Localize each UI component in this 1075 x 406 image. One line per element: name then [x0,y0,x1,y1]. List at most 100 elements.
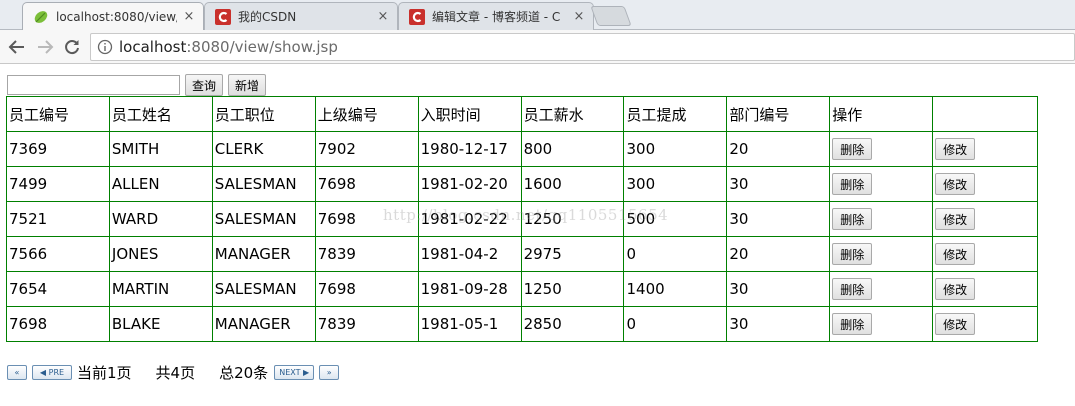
back-arrow-icon [8,40,24,54]
cell-delete: 删除 [829,306,934,342]
browser-toolbar: localhost:8080/view/show.jsp [0,30,1075,64]
cell-salary: 2850 [520,306,625,342]
page-content: 查询 新增 员工编号 员工姓名 员工职位 上级编号 入职时间 员工薪水 员工提成… [0,65,1075,406]
table-row: 7521 WARD SALESMAN 7698 1981-02-22 1250 500 30 删… [6,201,1038,237]
delete-button[interactable]: 删除 [832,243,873,265]
cell-commission: 300 [623,131,728,167]
cell-manager-no: 7698 [314,271,419,307]
first-page-icon[interactable]: « [7,364,27,380]
current-page-text: 当前1页 [77,363,132,382]
edit-button[interactable]: 修改 [935,208,976,230]
cell-delete: 删除 [829,131,934,167]
delete-button[interactable]: 删除 [832,278,873,300]
tab-edit-article[interactable]: 编辑文章 - 博客频道 - C × [398,2,594,30]
cell-edit: 修改 [932,131,1038,167]
header-dept-no: 部门编号 [726,96,831,132]
info-icon[interactable] [97,39,113,55]
edit-button[interactable]: 修改 [935,243,976,265]
cell-emp-job: SALESMAN [211,271,316,307]
tab-title: localhost:8080/view/sh [56,9,177,24]
cell-commission: 0 [623,306,728,342]
cell-emp-name: ALLEN [108,166,213,202]
close-icon[interactable]: × [183,9,195,24]
reload-icon [65,40,79,55]
cell-edit: 修改 [932,166,1038,202]
address-bar[interactable]: localhost:8080/view/show.jsp [90,33,1075,61]
cell-commission: 300 [623,166,728,202]
next-label: NEXT [279,367,301,377]
back-button[interactable] [5,35,29,59]
header-emp-no: 员工编号 [6,96,110,132]
delete-button[interactable]: 删除 [832,138,873,160]
cell-dept-no: 30 [726,306,831,342]
cell-emp-name: MARTIN [108,271,213,307]
cell-manager-no: 7839 [314,306,419,342]
employee-table: 员工编号 员工姓名 员工职位 上级编号 入职时间 员工薪水 员工提成 部门编号 … [6,96,1038,342]
leaf-favicon-icon [33,9,49,25]
table-body: 7369 SMITH CLERK 7902 1980-12-17 800 300 20 删除 修改… [6,131,1038,342]
query-button[interactable]: 查询 [185,74,224,96]
edit-button[interactable]: 修改 [935,138,976,160]
cell-emp-job: MANAGER [211,236,316,272]
header-actions: 操作 [829,96,934,132]
cell-manager-no: 7698 [314,166,419,202]
cell-emp-no: 7698 [6,306,110,342]
cell-emp-no: 7521 [6,201,110,237]
search-input[interactable] [7,75,180,95]
new-tab-button[interactable] [590,6,632,26]
forward-button[interactable] [33,35,57,59]
cell-edit: 修改 [932,236,1038,272]
cell-delete: 删除 [829,166,934,202]
prev-page-button[interactable]: ◀ PRE [32,364,72,380]
cell-emp-job: SALESMAN [211,166,316,202]
table-row: 7654 MARTIN SALESMAN 7698 1981-09-28 1250 1400… [6,271,1038,307]
close-icon[interactable]: × [573,9,585,24]
cell-salary: 1250 [520,201,625,237]
delete-button[interactable]: 删除 [832,313,873,335]
prev-label: PRE [48,367,65,377]
forward-arrow-icon [38,40,54,54]
cell-emp-no: 7566 [6,236,110,272]
table-row: 7369 SMITH CLERK 7902 1980-12-17 800 300 20 删除 修改 [6,131,1038,167]
cell-delete: 删除 [829,236,934,272]
delete-button[interactable]: 删除 [832,208,873,230]
tab-localhost[interactable]: localhost:8080/view/sh × [22,2,204,30]
cell-manager-no: 7839 [314,236,419,272]
header-manager-no: 上级编号 [314,96,419,132]
header-commission: 员工提成 [623,96,728,132]
table-row: 7698 BLAKE MANAGER 7839 1981-05-1 2850 0 30 删除 修改 [6,306,1038,342]
next-page-button[interactable]: NEXT ▶ [274,364,315,380]
total-records-text: 总20条 [219,363,269,382]
cell-hire-date: 1981-04-2 [417,236,522,272]
edit-button[interactable]: 修改 [935,278,976,300]
cell-salary: 2975 [520,236,625,272]
cell-emp-name: JONES [108,236,213,272]
last-page-icon[interactable]: » [319,364,340,380]
cell-dept-no: 20 [726,131,831,167]
close-icon[interactable]: × [377,9,389,24]
header-emp-job: 员工职位 [211,96,316,132]
url-host: localhost [119,38,187,56]
csdn-favicon-icon [215,8,231,25]
cell-emp-no: 7369 [6,131,110,167]
cell-delete: 删除 [829,271,934,307]
pager: « ◀ PRE 当前1页 共4页 总20条 NEXT ▶ » [7,363,344,382]
cell-emp-job: MANAGER [211,306,316,342]
add-button[interactable]: 新增 [228,74,267,96]
edit-button[interactable]: 修改 [935,313,976,335]
cell-hire-date: 1980-12-17 [417,131,522,167]
cell-manager-no: 7698 [314,201,419,237]
cell-emp-no: 7499 [6,166,110,202]
cell-manager-no: 7902 [314,131,419,167]
cell-hire-date: 1981-02-20 [417,166,522,202]
cell-dept-no: 30 [726,166,831,202]
csdn-favicon-icon [409,8,425,25]
cell-edit: 修改 [932,201,1038,237]
tab-my-csdn[interactable]: 我的CSDN × [204,2,398,30]
cell-emp-name: SMITH [108,131,213,167]
cell-salary: 800 [520,131,625,167]
cell-edit: 修改 [932,271,1038,307]
delete-button[interactable]: 删除 [832,173,873,195]
reload-button[interactable] [60,35,84,59]
edit-button[interactable]: 修改 [935,173,976,195]
